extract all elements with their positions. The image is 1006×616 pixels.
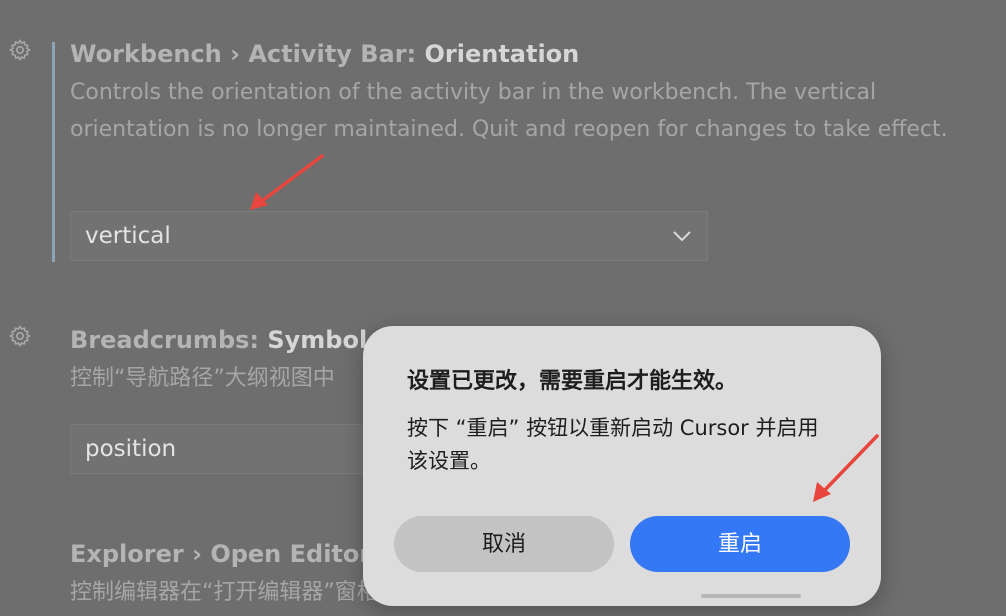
select-value: vertical bbox=[85, 223, 171, 249]
resize-handle bbox=[701, 594, 801, 598]
cancel-button[interactable]: 取消 bbox=[394, 516, 614, 572]
dialog-message: 按下 “重启” 按钮以重新启动 Cursor 并启用该设置。 bbox=[407, 416, 819, 473]
restart-dialog: 设置已更改，需要重启才能生效。 按下 “重启” 按钮以重新启动 Cursor 并… bbox=[363, 326, 881, 606]
modified-indicator bbox=[52, 42, 55, 262]
restart-button[interactable]: 重启 bbox=[630, 516, 850, 572]
select-value: position bbox=[85, 436, 177, 462]
orientation-select[interactable]: vertical bbox=[70, 211, 708, 261]
setting-description: Controls the orientation of the activity… bbox=[70, 80, 948, 142]
setting-activity-bar-orientation: Workbench › Activity Bar: Orientation Co… bbox=[70, 40, 966, 148]
dialog-title: 设置已更改，需要重启才能生效。 bbox=[407, 369, 738, 394]
chevron-down-icon bbox=[673, 231, 691, 242]
setting-breadcrumb: Breadcrumbs: bbox=[70, 326, 268, 354]
gear-icon[interactable] bbox=[8, 38, 32, 62]
setting-name: Orientation bbox=[424, 40, 580, 68]
setting-breadcrumb: Workbench › Activity Bar: bbox=[70, 40, 425, 68]
gear-icon[interactable] bbox=[8, 324, 32, 348]
setting-title: Workbench › Activity Bar: Orientation bbox=[70, 40, 966, 68]
